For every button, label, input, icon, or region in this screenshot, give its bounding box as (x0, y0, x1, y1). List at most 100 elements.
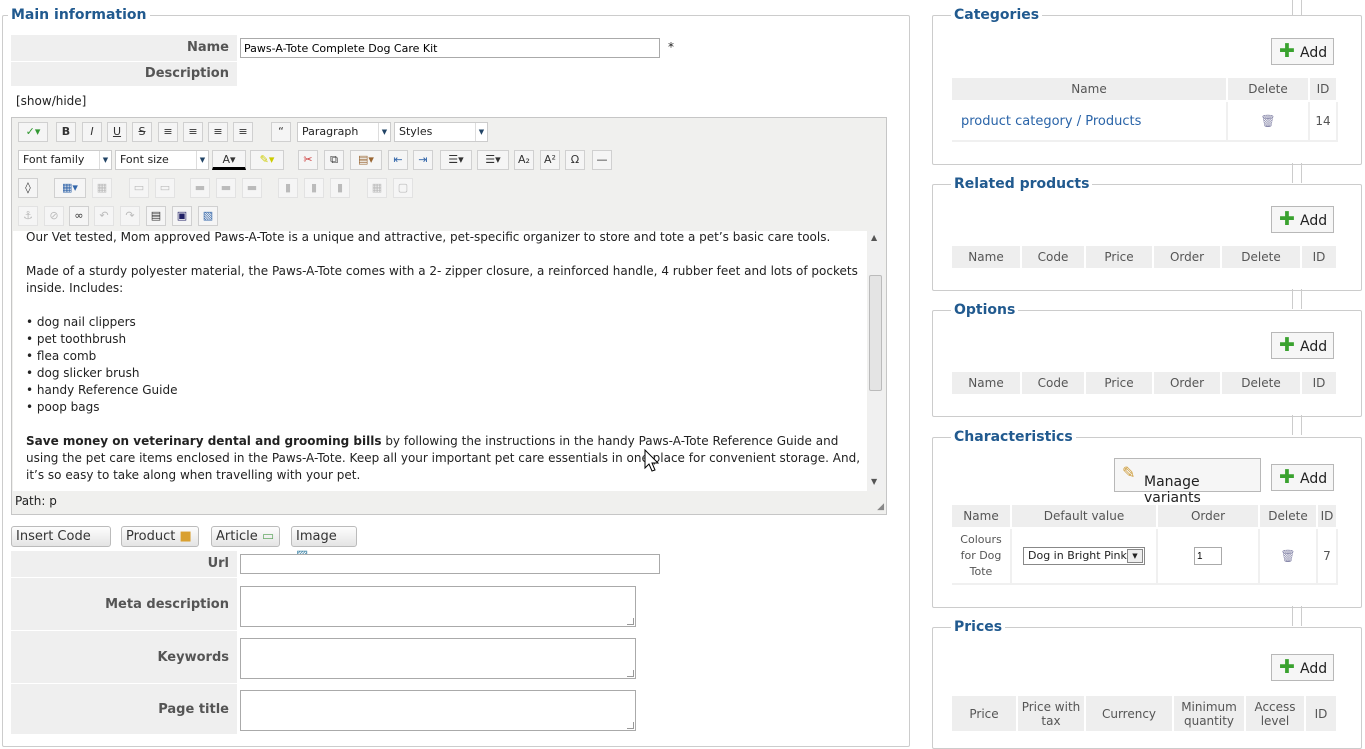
text-color-icon[interactable]: A▾ (212, 150, 246, 170)
default-value-select[interactable]: Dog in Bright Pink ▼ (1023, 547, 1145, 565)
italic-button[interactable]: I (82, 122, 102, 142)
spellcheck-button[interactable]: ✓▾ (18, 122, 48, 142)
editor-scrollbar[interactable]: ▲ ▼ (868, 231, 884, 491)
column-header: Order (1153, 246, 1222, 270)
paragraph-select[interactable]: Paragraph ▼ (297, 122, 391, 142)
meta-description-textarea[interactable] (240, 586, 636, 627)
content-paragraph: Save money on veterinary dental and groo… (13, 433, 867, 484)
manage-variants-button[interactable]: ✎ Manage variants (1114, 458, 1261, 506)
scroll-down-icon[interactable]: ▼ (871, 477, 877, 486)
column-divider (1292, 0, 1302, 16)
delete-icon[interactable]: 🗑 (1259, 528, 1318, 585)
url-row: Url (11, 551, 237, 578)
list-item-text: flea comb (36, 349, 97, 363)
column-header: Delete (1221, 246, 1302, 270)
category-link[interactable]: product category / Products (952, 101, 1228, 142)
document-icon[interactable]: ▤ (146, 206, 166, 226)
related-products-legend: Related products (951, 176, 1093, 192)
insert-table-icon[interactable]: ▦▾ (54, 178, 86, 198)
blockquote-icon[interactable]: “ (271, 122, 291, 142)
table-row: Colours for Dog Tote Dog in Bright Pink … (952, 528, 1338, 585)
page-title-label: Page title (158, 702, 229, 717)
font-size-select[interactable]: Font size ▼ (115, 150, 209, 170)
bullet-list-icon[interactable]: ☰▾ (477, 150, 509, 170)
page-title-row: Page title (11, 684, 237, 735)
page-title-textarea[interactable] (240, 690, 636, 731)
order-input[interactable] (1194, 547, 1222, 565)
prices-table: Price Price with tax Currency Minimum qu… (952, 696, 1338, 733)
column-header: ID (1301, 372, 1338, 396)
align-right-icon[interactable]: ≡ (233, 122, 253, 142)
prices-legend: Prices (951, 619, 1006, 635)
table-header: Name Code Price Order Delete ID (952, 246, 1338, 270)
cell-props-icon: ▭ (155, 178, 175, 198)
plus-icon: ✚ (1279, 334, 1295, 356)
add-category-button[interactable]: ✚ Add (1271, 38, 1334, 65)
insert-image-icon[interactable]: ▧ (198, 206, 218, 226)
font-family-select-value: Font family (23, 153, 85, 166)
related-products-panel (932, 184, 1362, 291)
add-price-button[interactable]: ✚ Add (1271, 654, 1334, 681)
cut-icon[interactable]: ✂ (298, 150, 318, 170)
column-divider (1292, 289, 1302, 309)
numbered-list-icon[interactable]: ☰▾ (440, 150, 472, 170)
superscript-icon[interactable]: A² (540, 150, 560, 170)
highlight-color-icon[interactable]: ✎▾ (250, 150, 284, 170)
outdent-icon[interactable]: ⇤ (388, 150, 408, 170)
row-props-icon: ▭ (129, 178, 149, 198)
column-header: Delete (1259, 505, 1318, 529)
column-divider (1292, 415, 1302, 435)
underline-button[interactable]: U (107, 122, 127, 142)
insert-article-button[interactable]: Article ▭ (211, 526, 280, 547)
horizontal-rule-icon[interactable]: — (592, 150, 612, 170)
image-label: Image (296, 529, 337, 544)
resize-handle-icon[interactable]: ◢ (877, 502, 884, 512)
save-icon[interactable]: ▣ (172, 206, 192, 226)
chevron-down-icon: ▼ (378, 123, 390, 141)
copy-icon[interactable]: ⧉ (324, 150, 344, 170)
link-icon[interactable]: ∞ (69, 206, 89, 226)
keywords-label: Keywords (157, 650, 229, 665)
name-input[interactable] (240, 38, 660, 58)
paste-icon[interactable]: ▤▾ (350, 150, 382, 170)
list-item-text: dog slicker brush (36, 366, 140, 380)
column-divider (1292, 606, 1302, 626)
align-center-icon[interactable]: ≡ (183, 122, 203, 142)
strikethrough-button[interactable]: S (132, 122, 152, 142)
list-item-text: handy Reference Guide (36, 383, 178, 397)
source-code-icon[interactable]: ◊ (18, 178, 38, 198)
scroll-up-icon[interactable]: ▲ (871, 233, 877, 242)
special-char-icon[interactable]: Ω (565, 150, 585, 170)
column-header: Name (952, 372, 1022, 396)
keywords-row: Keywords (11, 631, 237, 684)
content-paragraph: Made of a sturdy polyester material, the… (26, 264, 858, 295)
styles-select-value: Styles (399, 125, 433, 138)
insert-image-button[interactable]: Image ▨ (291, 526, 357, 563)
add-label: Add (1300, 661, 1328, 677)
bold-button[interactable]: B (56, 122, 76, 142)
paragraph-select-value: Paragraph (302, 125, 359, 138)
main-information-legend: Main information (8, 7, 150, 23)
description-row: Description (11, 62, 237, 87)
insert-code-label: Insert Code (16, 529, 91, 544)
editor-content[interactable]: Our Vet tested, Mom approved Paws-A-Tote… (13, 231, 867, 491)
keywords-textarea[interactable] (240, 638, 636, 679)
subscript-icon[interactable]: A₂ (514, 150, 534, 170)
characteristics-table: Name Default value Order Delete ID Colou… (952, 505, 1338, 585)
scroll-thumb[interactable] (869, 275, 882, 391)
add-related-product-button[interactable]: ✚ Add (1271, 206, 1334, 233)
column-header: Name (952, 246, 1022, 270)
column-header: Name (952, 505, 1012, 529)
add-characteristic-button[interactable]: ✚ Add (1271, 464, 1334, 491)
align-left-icon[interactable]: ≡ (208, 122, 228, 142)
insert-code-button[interactable]: Insert Code <> (11, 526, 111, 563)
show-hide-toggle[interactable]: [show/hide] (16, 94, 86, 108)
font-family-select[interactable]: Font family ▼ (18, 150, 112, 170)
add-option-button[interactable]: ✚ Add (1271, 332, 1334, 359)
justify-icon[interactable]: ≡ (158, 122, 178, 142)
indent-icon[interactable]: ⇥ (413, 150, 433, 170)
url-input[interactable] (240, 554, 660, 574)
delete-icon[interactable]: 🗑 (1227, 101, 1310, 142)
styles-select[interactable]: Styles ▼ (394, 122, 488, 142)
insert-product-button[interactable]: Product ■ (121, 526, 199, 547)
